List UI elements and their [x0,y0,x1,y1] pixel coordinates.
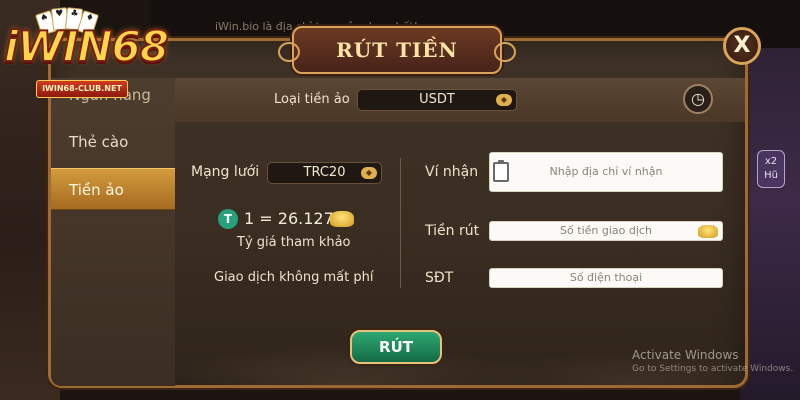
phone-placeholder: Số điện thoại [569,271,643,284]
chevron-down-icon: ◆ [361,167,377,179]
crypto-type-select[interactable]: USDT ◆ [357,89,517,111]
gold-ingot-icon [698,225,718,238]
phone-label: SĐT [425,270,454,286]
crypto-type-label: Loại tiền ảo [274,92,350,107]
tether-coin-icon: T [218,209,238,229]
history-clock-icon: ◷ [691,89,705,108]
crypto-type-value: USDT [419,92,455,107]
network-label: Mạng lưới [191,164,260,180]
amount-field[interactable]: Số tiền giao dịch [489,221,723,241]
gold-ingot-icon [330,211,354,227]
network-value: TRC20 [303,165,346,180]
sidebar-item-label: Thẻ cào [69,133,129,151]
sidebar-item-crypto[interactable]: Tiền ảo [51,168,175,210]
exchange-rate-value: 1 = 26.127 [244,209,334,228]
chevron-down-icon: ◆ [496,94,512,106]
network-select[interactable]: TRC20 ◆ [267,162,382,184]
amount-placeholder: Số tiền giao dịch [560,224,652,237]
fee-note: Giao dịch không mất phí [214,270,374,285]
withdraw-submit-button[interactable]: RÚT [350,330,442,364]
logo-ribbon: IWIN68-CLUB.NET [36,80,128,98]
phone-field[interactable]: Số điện thoại [489,268,723,288]
close-button[interactable]: X [723,27,761,65]
column-divider [400,158,401,288]
wallet-address-placeholder: Nhập địa chỉ ví nhận [549,165,663,178]
clipboard-icon[interactable] [493,160,509,182]
dialog-title: RÚT TIỀN [336,38,458,62]
sidebar-item-card[interactable]: Thẻ cào [51,121,175,163]
dialog-title-plaque: RÚT TIỀN [278,26,516,74]
windows-activation-subtitle: Go to Settings to activate Windows. [632,364,794,374]
wallet-address-field[interactable]: Nhập địa chỉ ví nhận [489,152,723,192]
amount-label: Tiền rút [425,223,480,239]
logo-wordmark: iWIN68 [3,21,170,72]
history-button[interactable]: ◷ [683,84,713,114]
exchange-rate-note: Tỷ giá tham khảo [237,235,351,250]
multiplier-badge[interactable]: x2 Hũ [757,150,785,188]
windows-activation-title: Activate Windows [632,348,739,362]
wallet-label: Ví nhận [425,164,479,180]
sidebar-item-label: Tiền ảo [69,181,124,199]
brand-logo: ♠ ♥ ♣ ♦ iWIN68 IWIN68-CLUB.NET [3,7,174,100]
